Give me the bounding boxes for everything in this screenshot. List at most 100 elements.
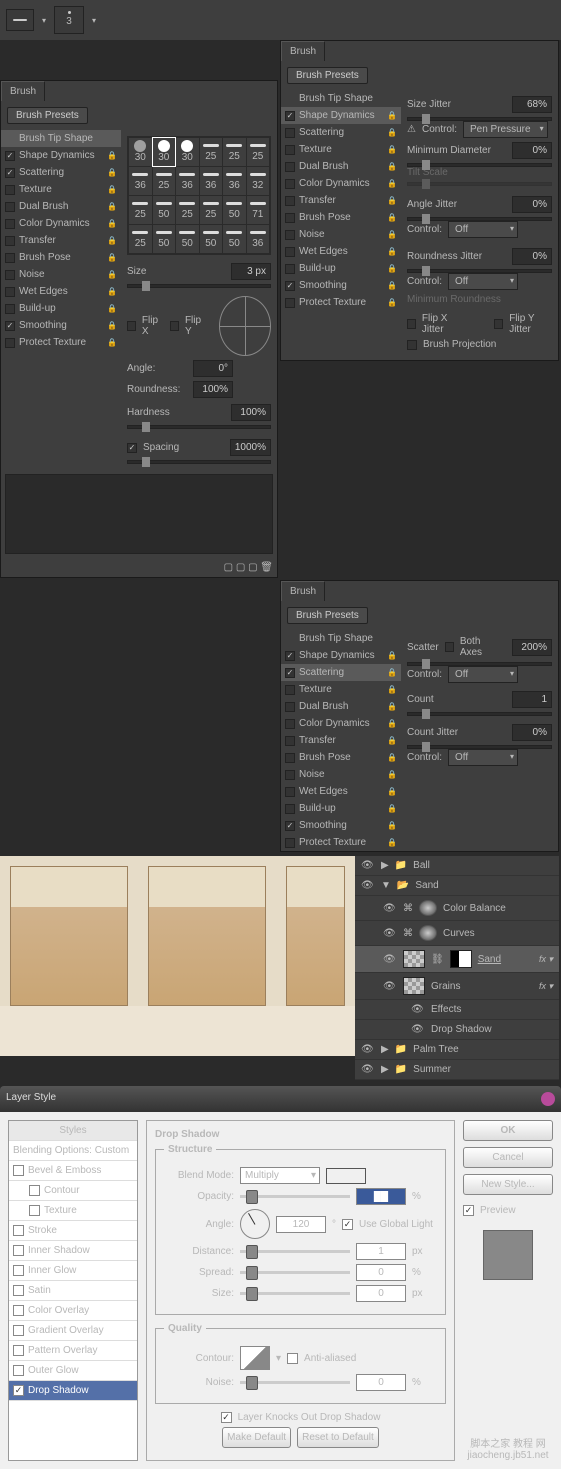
opt-shape-dynamics[interactable]: Shape Dynamics🔒 (281, 647, 401, 664)
distance-field[interactable] (356, 1243, 406, 1260)
flipy-checkbox[interactable] (170, 321, 179, 331)
brush-tab[interactable]: Brush (281, 41, 325, 61)
opt-noise[interactable]: Noise🔒 (281, 766, 401, 783)
visibility-icon[interactable]: 👁 (383, 903, 397, 914)
both-axes-checkbox[interactable] (445, 642, 454, 652)
opt-color-dynamics[interactable]: Color Dynamics🔒 (281, 715, 401, 732)
flipy-jitter-checkbox[interactable] (494, 319, 503, 329)
opt-smoothing[interactable]: Smoothing🔒 (281, 277, 401, 294)
contour-dropdown-icon[interactable]: ▾ (276, 1353, 281, 1364)
min-diameter-slider[interactable] (407, 163, 552, 167)
reset-default-button[interactable]: Reset to Default (297, 1427, 379, 1448)
brush-preview[interactable] (6, 9, 34, 31)
layer-folder-summer[interactable]: 👁▶📁Summer (355, 1060, 559, 1080)
pattern-overlay[interactable]: Pattern Overlay (9, 1341, 137, 1361)
global-light-checkbox[interactable] (342, 1219, 353, 1230)
roundness-field[interactable]: 100% (193, 381, 233, 398)
opt-texture[interactable]: Texture🔒 (1, 181, 121, 198)
contour[interactable]: Contour (9, 1181, 137, 1201)
expand-icon[interactable]: ▶ (381, 860, 389, 871)
control-dropdown[interactable]: Pen Pressure (463, 121, 548, 138)
contour-picker[interactable] (240, 1346, 270, 1370)
size-field[interactable]: 3 px (231, 263, 271, 280)
visibility-icon[interactable]: 👁 (361, 1064, 375, 1075)
texture[interactable]: Texture (9, 1201, 137, 1221)
brush-projection-checkbox[interactable] (407, 340, 417, 350)
opt-protect-texture[interactable]: Protect Texture🔒 (281, 294, 401, 311)
spread-slider[interactable] (240, 1271, 350, 1274)
roundness-jitter-field[interactable]: 0% (512, 248, 552, 265)
inner-shadow[interactable]: Inner Shadow (9, 1241, 137, 1261)
make-default-button[interactable]: Make Default (222, 1427, 291, 1448)
opt-brush-pose[interactable]: Brush Pose🔒 (281, 749, 401, 766)
opacity-field[interactable] (356, 1188, 406, 1205)
control-dropdown[interactable]: Off (448, 666, 518, 683)
opt-color-dynamics[interactable]: Color Dynamics🔒 (281, 175, 401, 192)
opt-build-up[interactable]: Build-up🔒 (1, 300, 121, 317)
layer-effects-line[interactable]: 👁Effects (355, 1000, 559, 1020)
layer-curves[interactable]: 👁⌘Curves (355, 921, 559, 946)
size-jitter-field[interactable]: 68% (512, 96, 552, 113)
help-icon[interactable] (541, 1092, 555, 1106)
dropdown-icon[interactable]: ▾ (92, 16, 96, 25)
opt-wet-edges[interactable]: Wet Edges🔒 (1, 283, 121, 300)
visibility-icon[interactable]: 👁 (383, 954, 397, 965)
opt-transfer[interactable]: Transfer🔒 (281, 732, 401, 749)
visibility-icon[interactable]: 👁 (383, 981, 397, 992)
opt-smoothing[interactable]: Smoothing🔒 (1, 317, 121, 334)
expand-icon[interactable]: ▶ (381, 1044, 389, 1055)
opt-scattering[interactable]: Scattering🔒 (1, 164, 121, 181)
brush-preset-grid[interactable]: 30 30 30 25 25 25 36 25 36 36 36 32 25 5… (127, 136, 271, 255)
opt-texture[interactable]: Texture🔒 (281, 681, 401, 698)
cancel-button[interactable]: Cancel (463, 1147, 553, 1168)
preview-checkbox[interactable] (463, 1205, 474, 1216)
styles-header[interactable]: Styles (9, 1121, 137, 1141)
brush-tab[interactable]: Brush (281, 581, 325, 601)
opt-dual-brush[interactable]: Dual Brush🔒 (281, 158, 401, 175)
opt-shape-dynamics[interactable]: Shape Dynamics🔒 (1, 147, 121, 164)
brush-presets-button[interactable]: Brush Presets (287, 67, 368, 84)
opt-noise[interactable]: Noise🔒 (1, 266, 121, 283)
opt-texture[interactable]: Texture🔒 (281, 141, 401, 158)
size-slider[interactable] (127, 284, 271, 288)
count-slider[interactable] (407, 712, 552, 716)
spacing-slider[interactable] (127, 460, 271, 464)
flipx-checkbox[interactable] (127, 321, 136, 331)
outer-glow[interactable]: Outer Glow (9, 1361, 137, 1381)
panel-footer-icons[interactable]: ▢ ▢ ▢ 🗑 (1, 558, 277, 577)
opt-protect-texture[interactable]: Protect Texture🔒 (1, 334, 121, 351)
color-overlay[interactable]: Color Overlay (9, 1301, 137, 1321)
distance-slider[interactable] (240, 1250, 350, 1253)
inner-glow[interactable]: Inner Glow (9, 1261, 137, 1281)
drop-shadow[interactable]: Drop Shadow (9, 1381, 137, 1401)
noise-field[interactable] (356, 1374, 406, 1391)
brush-size-preview[interactable]: 3 (54, 6, 84, 34)
opt-wet-edges[interactable]: Wet Edges🔒 (281, 243, 401, 260)
hardness-field[interactable]: 100% (231, 404, 271, 421)
scatter-field[interactable]: 200% (512, 639, 552, 656)
spacing-checkbox[interactable] (127, 443, 137, 453)
opt-dual-brush[interactable]: Dual Brush🔒 (1, 198, 121, 215)
opt-brush-pose[interactable]: Brush Pose🔒 (281, 209, 401, 226)
satin[interactable]: Satin (9, 1281, 137, 1301)
hardness-slider[interactable] (127, 425, 271, 429)
angle-field[interactable]: 0° (193, 360, 233, 377)
visibility-icon[interactable]: 👁 (361, 1044, 375, 1055)
count-jitter-field[interactable]: 0% (512, 724, 552, 741)
control-dropdown[interactable]: Off (448, 221, 518, 238)
angle-jitter-field[interactable]: 0% (512, 196, 552, 213)
opt-scattering[interactable]: Scattering🔒 (281, 664, 401, 681)
color-swatch[interactable] (326, 1168, 366, 1184)
antialiased-checkbox[interactable] (287, 1353, 298, 1364)
spacing-field[interactable]: 1000% (230, 439, 271, 456)
brush-tab[interactable]: Brush (1, 81, 45, 101)
control-dropdown[interactable]: Off (448, 749, 518, 766)
fx-badge[interactable]: fx ▾ (539, 981, 553, 992)
layer-grains[interactable]: 👁Grainsfx ▾ (355, 973, 559, 1000)
opt-wet-edges[interactable]: Wet Edges🔒 (281, 783, 401, 800)
visibility-icon[interactable]: 👁 (411, 1004, 425, 1015)
angle-field[interactable] (276, 1216, 326, 1233)
dropdown-icon[interactable]: ▾ (42, 16, 46, 25)
blending-options[interactable]: Blending Options: Custom (9, 1141, 137, 1161)
opacity-slider[interactable] (240, 1195, 350, 1198)
